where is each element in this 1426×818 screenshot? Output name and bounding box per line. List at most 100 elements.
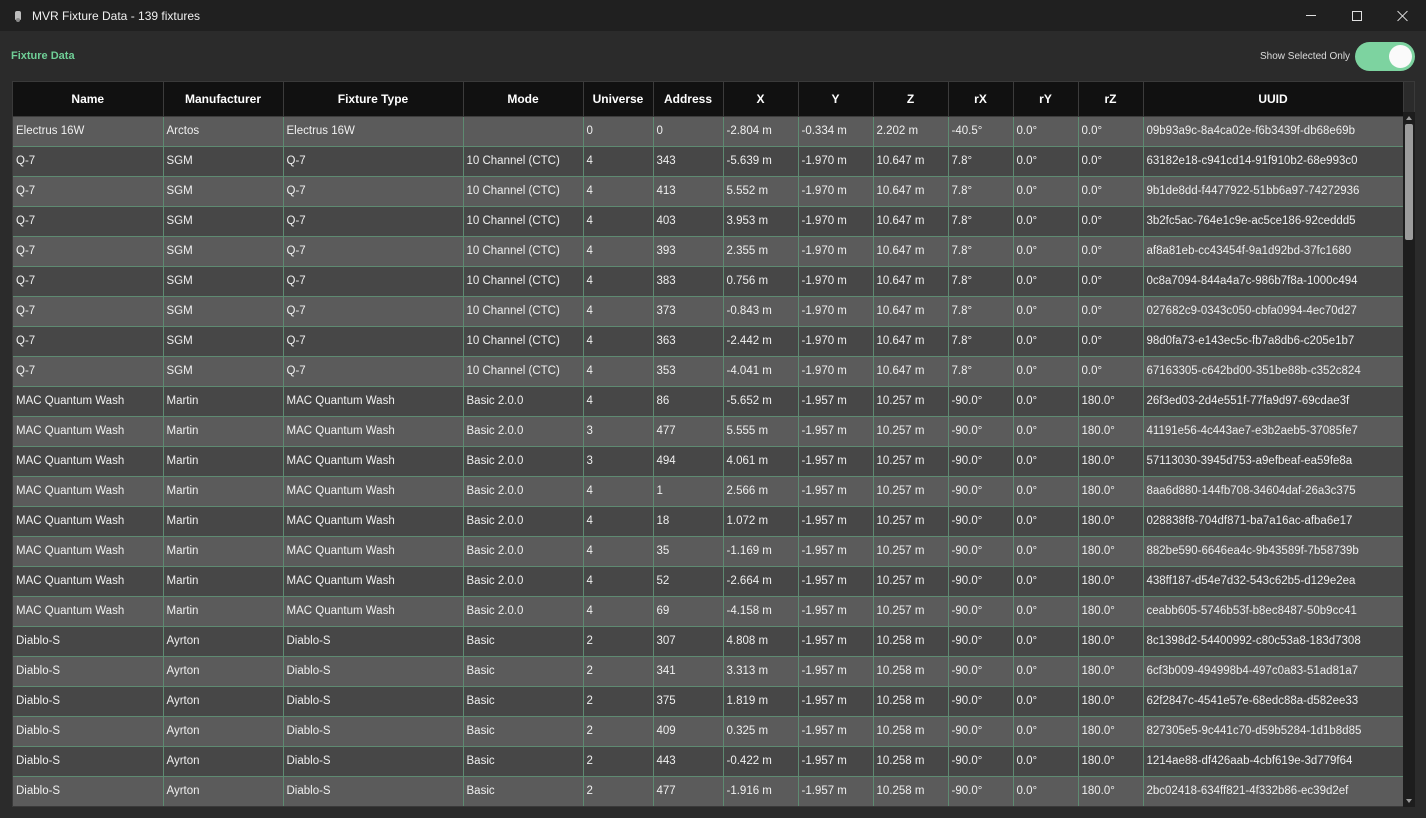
cell-x[interactable]: -1.916 m: [723, 776, 799, 806]
cell-rx[interactable]: -90.0°: [948, 716, 1014, 747]
cell-fixture-type[interactable]: Diablo-S: [283, 686, 464, 717]
cell-mode[interactable]: Basic 2.0.0: [463, 536, 584, 567]
cell-name[interactable]: Q-7: [13, 146, 164, 177]
cell-fixture-type[interactable]: MAC Quantum Wash: [283, 386, 464, 417]
cell-uuid[interactable]: 438ff187-d54e7d32-543c62b5-d129e2ea: [1143, 566, 1404, 597]
cell-z[interactable]: 2.202 m: [873, 116, 949, 147]
cell-universe[interactable]: 2: [583, 656, 654, 687]
table-row[interactable]: Q-7 SGM Q-7 10 Channel (CTC) 4 403 3.953 m -1.9…: [13, 206, 1404, 237]
cell-y[interactable]: -1.957 m: [798, 746, 874, 777]
cell-name[interactable]: MAC Quantum Wash: [13, 476, 164, 507]
maximize-button[interactable]: [1334, 0, 1380, 31]
cell-ry[interactable]: 0.0°: [1013, 206, 1079, 237]
cell-z[interactable]: 10.258 m: [873, 626, 949, 657]
cell-name[interactable]: Diablo-S: [13, 716, 164, 747]
cell-fixture-type[interactable]: MAC Quantum Wash: [283, 476, 464, 507]
cell-fixture-type[interactable]: Q-7: [283, 356, 464, 387]
cell-x[interactable]: -2.804 m: [723, 116, 799, 147]
cell-uuid[interactable]: 028838f8-704df871-ba7a16ac-afba6e17: [1143, 506, 1404, 537]
cell-uuid[interactable]: 98d0fa73-e143ec5c-fb7a8db6-c205e1b7: [1143, 326, 1404, 357]
cell-rx[interactable]: 7.8°: [948, 206, 1014, 237]
cell-fixture-type[interactable]: Diablo-S: [283, 626, 464, 657]
cell-rz[interactable]: 180.0°: [1078, 386, 1144, 417]
cell-rx[interactable]: 7.8°: [948, 326, 1014, 357]
cell-mode[interactable]: Basic: [463, 656, 584, 687]
cell-ry[interactable]: 0.0°: [1013, 626, 1079, 657]
cell-uuid[interactable]: 027682c9-0343c050-cbfa0994-4ec70d27: [1143, 296, 1404, 327]
table-row[interactable]: MAC Quantum Wash Martin MAC Quantum Wash Ba…: [13, 476, 1404, 507]
cell-universe[interactable]: 3: [583, 446, 654, 477]
table-row[interactable]: MAC Quantum Wash Martin MAC Quantum Wash Ba…: [13, 416, 1404, 447]
cell-x[interactable]: 4.808 m: [723, 626, 799, 657]
cell-z[interactable]: 10.647 m: [873, 206, 949, 237]
cell-ry[interactable]: 0.0°: [1013, 266, 1079, 297]
cell-manufacturer[interactable]: Martin: [163, 386, 284, 417]
cell-uuid[interactable]: 6cf3b009-494998b4-497c0a83-51ad81a7: [1143, 656, 1404, 687]
cell-rz[interactable]: 180.0°: [1078, 506, 1144, 537]
cell-rx[interactable]: -90.0°: [948, 416, 1014, 447]
cell-address[interactable]: 69: [653, 596, 724, 627]
cell-fixture-type[interactable]: Q-7: [283, 266, 464, 297]
cell-mode[interactable]: Basic 2.0.0: [463, 416, 584, 447]
column-header-mode[interactable]: Mode: [463, 82, 584, 117]
cell-y[interactable]: -1.970 m: [798, 296, 874, 327]
cell-ry[interactable]: 0.0°: [1013, 656, 1079, 687]
table-row[interactable]: MAC Quantum Wash Martin MAC Quantum Wash Ba…: [13, 596, 1404, 627]
cell-uuid[interactable]: 8c1398d2-54400992-c80c53a8-183d7308: [1143, 626, 1404, 657]
cell-z[interactable]: 10.647 m: [873, 356, 949, 387]
cell-manufacturer[interactable]: Ayrton: [163, 746, 284, 777]
cell-fixture-type[interactable]: Q-7: [283, 176, 464, 207]
cell-mode[interactable]: Basic: [463, 746, 584, 777]
cell-name[interactable]: Q-7: [13, 356, 164, 387]
table-row[interactable]: MAC Quantum Wash Martin MAC Quantum Wash Ba…: [13, 536, 1404, 567]
close-button[interactable]: [1380, 0, 1426, 31]
cell-rz[interactable]: 180.0°: [1078, 446, 1144, 477]
cell-x[interactable]: -1.169 m: [723, 536, 799, 567]
cell-rz[interactable]: 0.0°: [1078, 296, 1144, 327]
table-row[interactable]: MAC Quantum Wash Martin MAC Quantum Wash Ba…: [13, 506, 1404, 537]
cell-name[interactable]: MAC Quantum Wash: [13, 566, 164, 597]
column-header-fixture-type[interactable]: Fixture Type: [283, 82, 464, 117]
cell-name[interactable]: Diablo-S: [13, 686, 164, 717]
cell-rx[interactable]: -90.0°: [948, 746, 1014, 777]
cell-uuid[interactable]: 63182e18-c941cd14-91f910b2-68e993c0: [1143, 146, 1404, 177]
cell-ry[interactable]: 0.0°: [1013, 476, 1079, 507]
cell-address[interactable]: 52: [653, 566, 724, 597]
cell-rx[interactable]: -90.0°: [948, 476, 1014, 507]
cell-address[interactable]: 373: [653, 296, 724, 327]
cell-fixture-type[interactable]: Q-7: [283, 236, 464, 267]
table-row[interactable]: MAC Quantum Wash Martin MAC Quantum Wash Ba…: [13, 566, 1404, 597]
cell-rx[interactable]: -90.0°: [948, 656, 1014, 687]
cell-x[interactable]: 1.072 m: [723, 506, 799, 537]
cell-address[interactable]: 494: [653, 446, 724, 477]
column-header-rz[interactable]: rZ: [1078, 82, 1144, 117]
cell-mode[interactable]: 10 Channel (CTC): [463, 146, 584, 177]
cell-manufacturer[interactable]: Ayrton: [163, 626, 284, 657]
cell-fixture-type[interactable]: MAC Quantum Wash: [283, 596, 464, 627]
column-header-z[interactable]: Z: [873, 82, 949, 117]
cell-y[interactable]: -1.957 m: [798, 656, 874, 687]
cell-address[interactable]: 393: [653, 236, 724, 267]
vertical-scrollbar[interactable]: [1403, 112, 1415, 807]
cell-rz[interactable]: 0.0°: [1078, 206, 1144, 237]
cell-y[interactable]: -1.957 m: [798, 776, 874, 806]
cell-address[interactable]: 443: [653, 746, 724, 777]
cell-fixture-type[interactable]: MAC Quantum Wash: [283, 446, 464, 477]
cell-fixture-type[interactable]: Diablo-S: [283, 746, 464, 777]
cell-uuid[interactable]: 882be590-6646ea4c-9b43589f-7b58739b: [1143, 536, 1404, 567]
cell-ry[interactable]: 0.0°: [1013, 116, 1079, 147]
cell-fixture-type[interactable]: Q-7: [283, 146, 464, 177]
cell-uuid[interactable]: ceabb605-5746b53f-b8ec8487-50b9cc41: [1143, 596, 1404, 627]
cell-uuid[interactable]: 41191e56-4c443ae7-e3b2aeb5-37085fe7: [1143, 416, 1404, 447]
cell-rx[interactable]: -90.0°: [948, 566, 1014, 597]
cell-ry[interactable]: 0.0°: [1013, 176, 1079, 207]
cell-rz[interactable]: 0.0°: [1078, 326, 1144, 357]
cell-rz[interactable]: 180.0°: [1078, 626, 1144, 657]
cell-rz[interactable]: 180.0°: [1078, 776, 1144, 806]
cell-x[interactable]: 5.552 m: [723, 176, 799, 207]
cell-mode[interactable]: Basic 2.0.0: [463, 596, 584, 627]
table-row[interactable]: Q-7 SGM Q-7 10 Channel (CTC) 4 413 5.552 m -1.9…: [13, 176, 1404, 207]
cell-y[interactable]: -1.957 m: [798, 686, 874, 717]
cell-name[interactable]: Diablo-S: [13, 776, 164, 806]
cell-fixture-type[interactable]: Electrus 16W: [283, 116, 464, 147]
